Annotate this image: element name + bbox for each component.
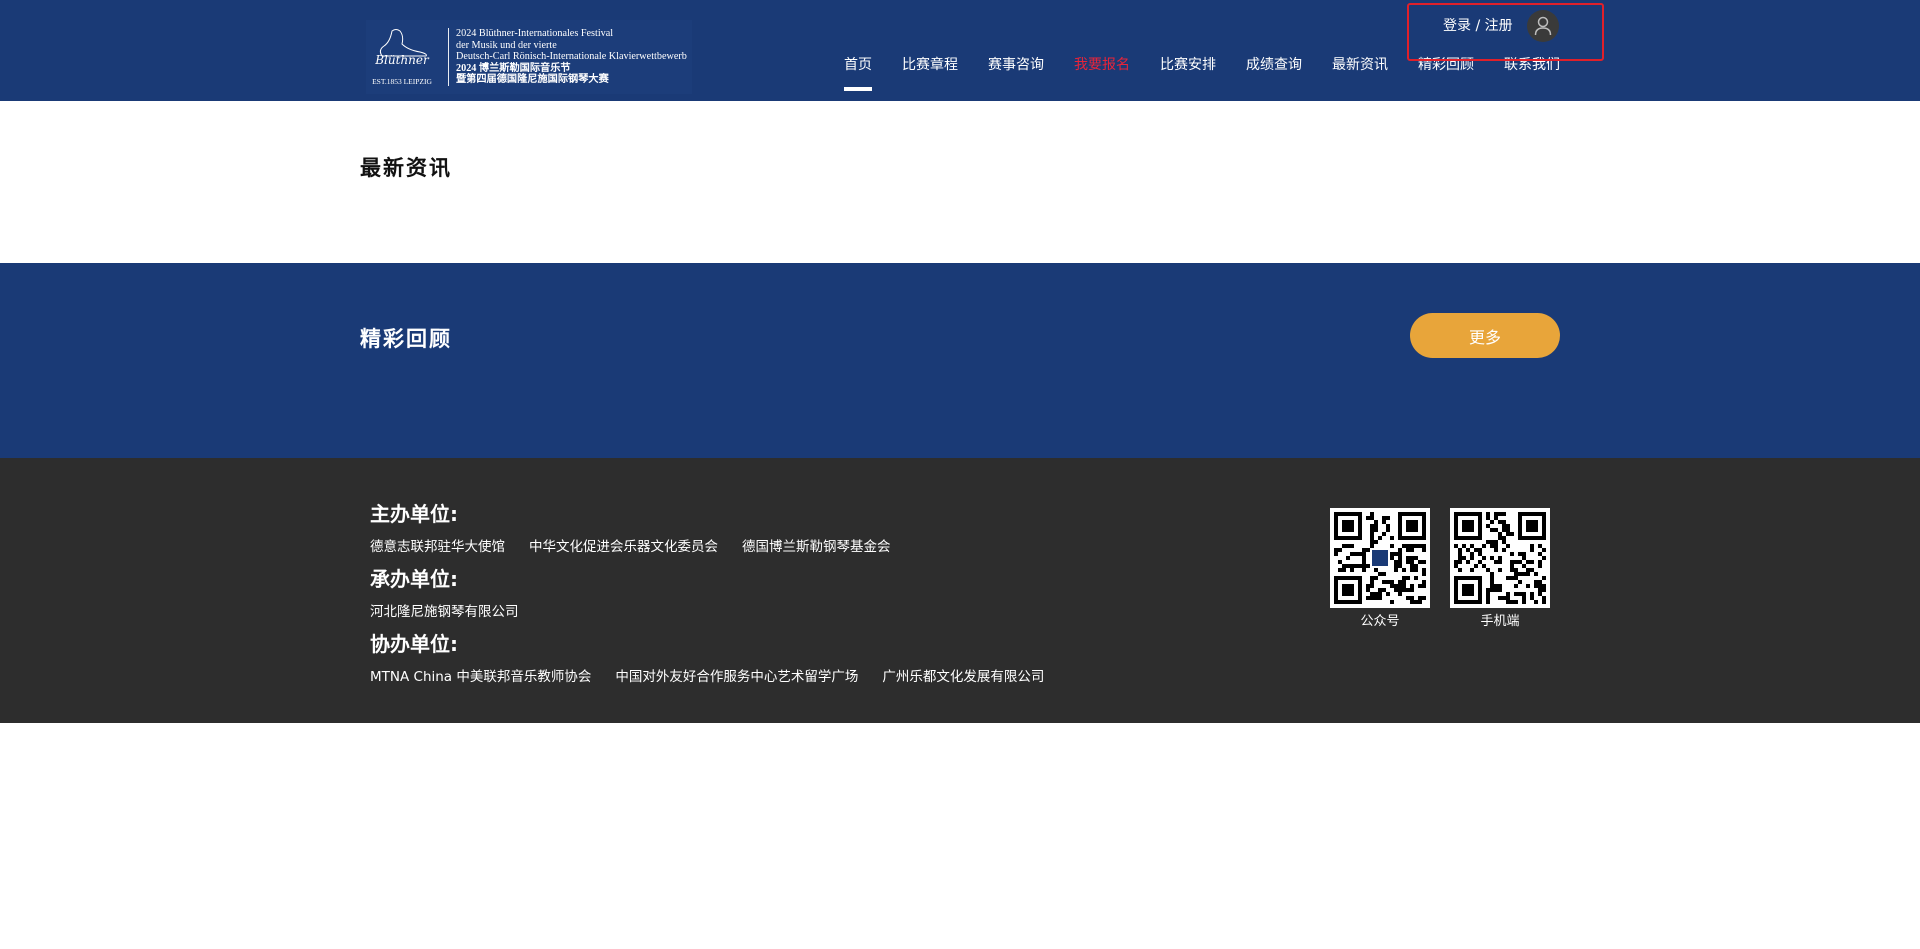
review-section-title: 精彩回顾	[360, 327, 452, 351]
logo-line: 2024 博兰斯勒国际音乐节	[456, 62, 571, 74]
nav-item-label: 首页	[844, 57, 872, 73]
coorganizer-item: 广州乐都文化发展有限公司	[882, 669, 1045, 685]
coorganizer-item: 中国对外友好合作服务中心艺术留学广场	[615, 669, 859, 685]
logo-line: Deutsch-Carl Rönisch-Internationale Klav…	[456, 51, 687, 63]
nav-item-consult[interactable]: 赛事咨询	[988, 55, 1044, 77]
nav-item-schedule[interactable]: 比赛安排	[1160, 55, 1216, 77]
nav-item-home[interactable]: 首页	[844, 55, 872, 91]
logo-brand: Blüthner	[375, 53, 429, 67]
site-header: Blüthner EST.1853 LEIPZIG 2024 Blüthner-…	[0, 0, 1920, 101]
nav-item-rules[interactable]: 比赛章程	[902, 55, 958, 77]
logo-line: 暨第四届德国隆尼施国际钢琴大赛	[456, 74, 609, 86]
organizer-list: 德意志联邦驻华大使馆 中华文化促进会乐器文化委员会 德国博兰斯勒钢琴基金会	[370, 535, 915, 555]
organizer-heading: 主办单位:	[370, 502, 458, 526]
qr-code-icon	[1454, 512, 1546, 604]
logo-divider	[448, 28, 449, 86]
qr-code-icon	[1334, 512, 1426, 604]
review-section: 精彩回顾 更多	[0, 263, 1920, 458]
news-section-title: 最新资讯	[360, 156, 452, 180]
site-footer: 主办单位: 德意志联邦驻华大使馆 中华文化促进会乐器文化委员会 德国博兰斯勒钢琴…	[0, 458, 1920, 723]
coorganizer-list: MTNA China 中美联邦音乐教师协会 中国对外友好合作服务中心艺术留学广场…	[370, 665, 1068, 685]
qr-code-mobile	[1450, 508, 1550, 608]
qr-label-mobile: 手机端	[1480, 614, 1520, 629]
nav-active-underline	[844, 87, 872, 91]
logo-text: 2024 Blüthner-Internationales Festival d…	[456, 28, 692, 86]
nav-item-results[interactable]: 成绩查询	[1246, 55, 1302, 77]
logo-est: EST.1853 LEIPZIG	[372, 77, 432, 86]
login-register-link[interactable]: 登录 / 注册	[1443, 16, 1513, 36]
logo-line: der Musik und der vierte	[456, 39, 557, 51]
undertaker-item: 河北隆尼施钢琴有限公司	[370, 604, 519, 620]
site-logo[interactable]: Blüthner EST.1853 LEIPZIG 2024 Blüthner-…	[366, 20, 692, 94]
nav-item-news[interactable]: 最新资讯	[1332, 55, 1388, 77]
undertaker-list: 河北隆尼施钢琴有限公司	[370, 600, 543, 620]
more-button[interactable]: 更多	[1410, 313, 1560, 358]
user-icon	[1534, 16, 1552, 36]
organizer-item: 德国博兰斯勒钢琴基金会	[742, 539, 891, 555]
logo-mark: Blüthner EST.1853 LEIPZIG	[366, 20, 438, 94]
user-avatar[interactable]	[1527, 10, 1559, 42]
qr-code-wechat	[1330, 508, 1430, 608]
page: Blüthner EST.1853 LEIPZIG 2024 Blüthner-…	[0, 0, 1920, 949]
organizer-item: 中华文化促进会乐器文化委员会	[529, 539, 718, 555]
coorganizer-item: MTNA China 中美联邦音乐教师协会	[370, 669, 592, 685]
organizer-item: 德意志联邦驻华大使馆	[370, 539, 505, 555]
undertaker-heading: 承办单位:	[370, 567, 458, 591]
logo-line: 2024 Blüthner-Internationales Festival	[456, 28, 614, 40]
coorganizer-heading: 协办单位:	[370, 632, 458, 656]
qr-label-wechat: 公众号	[1360, 614, 1400, 629]
nav-item-register[interactable]: 我要报名	[1074, 55, 1130, 77]
